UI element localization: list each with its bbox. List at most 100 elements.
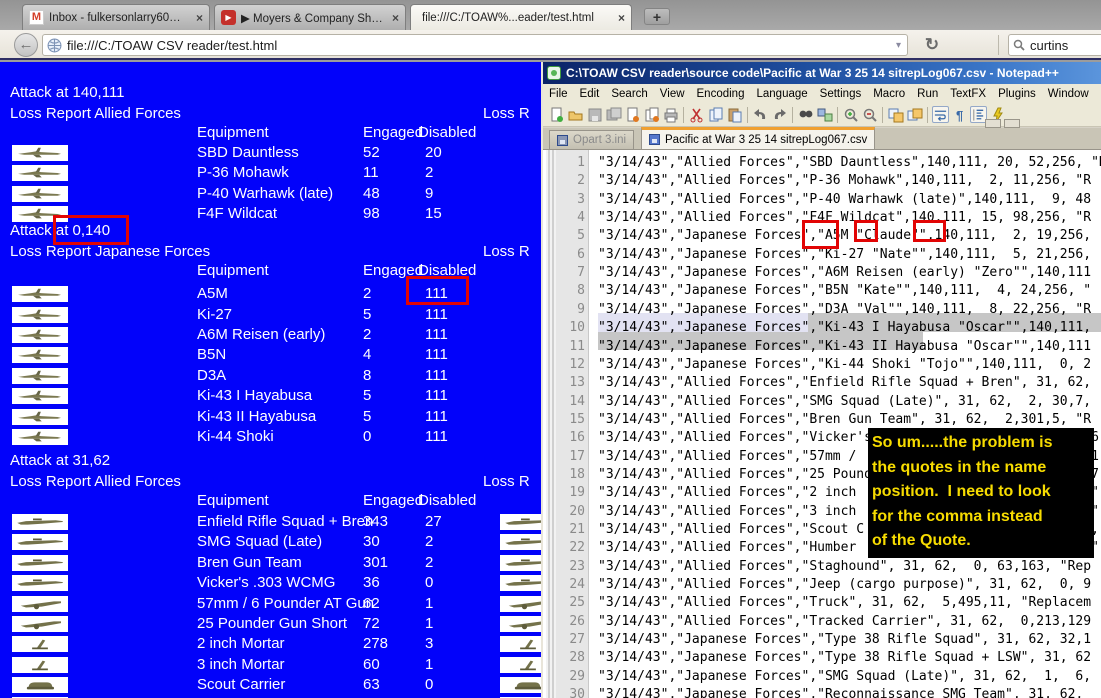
word-wrap-icon[interactable] <box>932 106 949 123</box>
cut-icon[interactable] <box>688 106 705 123</box>
line-number: 12 <box>569 356 585 372</box>
csv-line[interactable]: "3/14/43","Japanese Forces","Ki-43 II Ha… <box>598 338 1091 356</box>
csv-line[interactable]: "3/14/43","Japanese Forces","Type 38 Rif… <box>598 631 1091 649</box>
disabled-value: 111 <box>425 326 448 343</box>
annotation-box <box>913 220 946 242</box>
column-header-equipment: Equipment <box>197 492 269 509</box>
csv-line[interactable]: "3/14/43","Allied Forces","Jeep (cargo p… <box>598 576 1091 594</box>
equipment-name: SBD Dauntless <box>197 144 299 161</box>
csv-line[interactable]: "3/14/43","Allied Forces","P-36 Mohawk",… <box>598 172 1091 190</box>
browser-tab[interactable]: ▶ ▶ Moyers & Company Show 1... × <box>214 4 406 30</box>
csv-line[interactable]: "3/14/43","Allied Forces","SBD Dauntless… <box>598 154 1101 172</box>
menu-item-encoding[interactable]: Encoding <box>691 88 751 100</box>
line-number: 2 <box>577 173 585 189</box>
sync-horizontal-icon[interactable] <box>906 106 923 123</box>
notepadpp-titlebar[interactable]: C:\TOAW CSV reader\source code\Pacific a… <box>543 62 1101 84</box>
close-file-icon[interactable] <box>624 106 641 123</box>
equipment-name: F4F Wildcat <box>197 205 278 222</box>
save-all-icon[interactable] <box>605 106 622 123</box>
csv-line[interactable]: "3/14/43","Japanese Forces","SMG Squad (… <box>598 668 1091 686</box>
equipment-name: P-36 Mohawk <box>197 164 289 181</box>
disabled-value: 0 <box>425 676 434 693</box>
csv-line[interactable]: "3/14/43","Allied Forces","P-40 Warhawk … <box>598 191 1091 209</box>
back-button[interactable]: ← <box>14 33 38 57</box>
search-value: curtins <box>1030 37 1069 53</box>
youtube-icon: ▶ <box>221 10 236 25</box>
csv-line[interactable]: "3/14/43","Allied Forces","Truck", 31, 6… <box>598 594 1091 612</box>
menu-item-window[interactable]: Window <box>1042 88 1095 100</box>
show-all-characters-icon[interactable]: ¶ <box>951 106 968 123</box>
csv-line[interactable]: "3/14/43","Japanese Forces","A5M "Claude… <box>598 227 1091 245</box>
artillery-icon <box>12 616 68 632</box>
csv-line[interactable]: "3/14/43","Allied Forces","Bren Gun Team… <box>598 411 1091 429</box>
url-dropdown-icon[interactable]: ▾ <box>894 40 903 51</box>
zoom-in-icon[interactable] <box>842 106 859 123</box>
zoom-out-icon[interactable] <box>861 106 878 123</box>
aircraft-icon <box>12 145 68 161</box>
search-box[interactable]: curtins <box>1008 34 1101 56</box>
menu-item-run[interactable]: Run <box>911 88 944 100</box>
tab-close-icon[interactable]: × <box>196 11 203 25</box>
csv-line[interactable]: "3/14/43","Japanese Forces","Type 38 Rif… <box>598 649 1091 667</box>
engaged-value: 5 <box>363 387 372 404</box>
menu-item-settings[interactable]: Settings <box>814 88 868 100</box>
tab-scroll-button[interactable] <box>985 119 1001 128</box>
csv-line[interactable]: "3/14/43","Japanese Forces","Ki-43 I Hay… <box>598 319 1091 337</box>
svg-text:¶: ¶ <box>956 108 963 123</box>
menu-item-search[interactable]: Search <box>605 88 653 100</box>
find-icon[interactable] <box>797 106 814 123</box>
csv-line[interactable]: "3/14/43","Allied Forces","SMG Squad (La… <box>598 393 1091 411</box>
save-file-icon[interactable] <box>586 106 603 123</box>
new-file-icon[interactable] <box>548 106 565 123</box>
document-tab[interactable]: Opart 3.ini <box>549 130 635 149</box>
close-all-icon[interactable] <box>643 106 660 123</box>
browser-tab[interactable]: file:///C:/TOAW%...eader/test.html × <box>410 4 632 30</box>
csv-line[interactable]: "3/14/43","Allied Forces","F4F Wildcat",… <box>598 209 1091 227</box>
mg-icon <box>12 575 68 591</box>
menu-item-?[interactable]: ? <box>1095 88 1101 100</box>
annotation-tooltip: So um.....the problem is the quotes in th… <box>868 428 1094 558</box>
aircraft-icon <box>12 429 68 445</box>
sync-vertical-icon[interactable] <box>887 106 904 123</box>
csv-line[interactable]: "3/14/43","Japanese Forces","A6M Reisen … <box>598 264 1091 282</box>
menu-item-plugins[interactable]: Plugins <box>992 88 1042 100</box>
disabled-value: 1 <box>425 656 434 673</box>
tab-close-icon[interactable]: × <box>618 11 625 25</box>
menu-item-edit[interactable]: Edit <box>574 88 606 100</box>
reload-button[interactable]: ↻ <box>920 33 944 57</box>
browser-tab[interactable]: M Inbox - fulkersonlarry60@gm... × <box>22 4 210 30</box>
tab-scroll-button[interactable] <box>1004 119 1020 128</box>
new-tab-button[interactable]: + <box>644 8 670 25</box>
print-icon[interactable] <box>662 106 679 123</box>
undo-icon[interactable] <box>752 106 769 123</box>
paste-icon[interactable] <box>726 106 743 123</box>
document-tab-title: Opart 3.ini <box>573 134 627 146</box>
csv-line[interactable]: "3/14/43","Japanese Forces","D3A "Val"",… <box>598 301 1091 319</box>
csv-line[interactable]: "3/14/43","Allied Forces","Tracked Carri… <box>598 613 1091 631</box>
aircraft-icon <box>12 286 68 302</box>
loss-report-title-truncated: Loss R <box>483 105 530 122</box>
browser-tab-title: file:///C:/TOAW%...eader/test.html <box>422 11 594 24</box>
copy-icon[interactable] <box>707 106 724 123</box>
replace-icon[interactable] <box>816 106 833 123</box>
aircraft-icon <box>12 327 68 343</box>
csv-line[interactable]: "3/14/43","Allied Forces","Enfield Rifle… <box>598 374 1091 392</box>
menu-item-textfx[interactable]: TextFX <box>944 88 992 100</box>
csv-line[interactable]: "3/14/43","Japanese Forces","Ki-27 "Nate… <box>598 246 1091 264</box>
aircraft-icon <box>12 368 68 384</box>
open-file-icon[interactable] <box>567 106 584 123</box>
menu-item-view[interactable]: View <box>654 88 691 100</box>
csv-line[interactable]: "3/14/43","Allied Forces","Staghound", 3… <box>598 558 1091 576</box>
redo-icon[interactable] <box>771 106 788 123</box>
menu-item-file[interactable]: File <box>543 88 574 100</box>
csv-line[interactable]: "3/14/43","Japanese Forces","Ki-44 Shoki… <box>598 356 1091 374</box>
line-number: 30 <box>569 687 585 698</box>
document-tab[interactable]: Pacific at War 3 25 14 sitrepLog067.csv <box>641 127 876 149</box>
menu-item-language[interactable]: Language <box>750 88 813 100</box>
menu-item-macro[interactable]: Macro <box>867 88 911 100</box>
url-bar[interactable]: file:///C:/TOAW CSV reader/test.html ▾ <box>42 34 908 56</box>
aircraft-icon <box>12 307 68 323</box>
tab-close-icon[interactable]: × <box>392 11 399 25</box>
csv-line[interactable]: "3/14/43","Japanese Forces","B5N "Kate""… <box>598 282 1091 300</box>
csv-line[interactable]: "3/14/43","Japanese Forces","Reconnaissa… <box>598 686 1091 698</box>
